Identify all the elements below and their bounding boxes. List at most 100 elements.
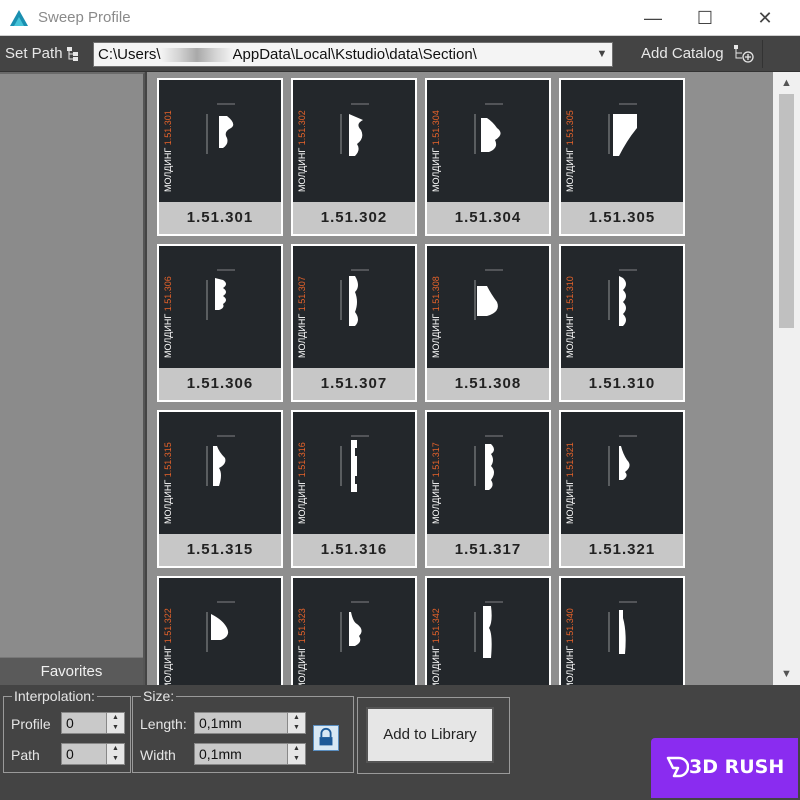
category-sidebar[interactable] xyxy=(0,72,145,687)
profile-tile[interactable]: МОЛДИНГ 1.51.315 1.51.315 xyxy=(157,410,283,568)
minimize-icon: — xyxy=(644,7,662,28)
path-dropdown[interactable]: C:\Users\ AppData\Local\Kstudio\data\Sect… xyxy=(93,42,613,67)
profile-thumbnail: МОЛДИНГ 1.51.307 xyxy=(293,246,415,368)
spin-down-icon[interactable]: ▼ xyxy=(107,723,124,733)
scroll-up-icon[interactable]: ▲ xyxy=(773,74,800,92)
path-interp-value: 0 xyxy=(66,746,74,762)
profile-tile-label: 1.51.316 xyxy=(293,534,415,566)
profile-section-drawing: МОЛДИНГ 1.51.322 xyxy=(163,601,235,685)
profile-tile[interactable]: МОЛДИНГ 1.51.342 xyxy=(425,576,551,685)
profile-section-drawing: МОЛДИНГ 1.51.307 xyxy=(297,269,369,358)
vertical-scrollbar[interactable]: ▲ ▼ xyxy=(773,72,800,685)
spin-down-icon[interactable]: ▼ xyxy=(288,723,305,733)
profile-tile-label: 1.51.321 xyxy=(561,534,683,566)
profile-thumbnail: МОЛДИНГ 1.51.305 xyxy=(561,80,683,202)
profile-tile[interactable]: МОЛДИНГ 1.51.306 1.51.306 xyxy=(157,244,283,402)
profile-side-label: МОЛДИНГ 1.51.308 xyxy=(431,276,441,358)
profile-tile[interactable]: МОЛДИНГ 1.51.323 xyxy=(291,576,417,685)
profile-thumbnail: МОЛДИНГ 1.51.323 xyxy=(293,578,415,685)
length-spinner[interactable]: 0,1mm ▲ ▼ xyxy=(194,712,306,734)
profile-tile-label: 1.51.304 xyxy=(427,202,549,234)
spin-up-icon[interactable]: ▲ xyxy=(107,713,124,723)
profile-tile[interactable]: МОЛДИНГ 1.51.310 1.51.310 xyxy=(559,244,685,402)
profile-tile[interactable]: МОЛДИНГ 1.51.304 1.51.304 xyxy=(425,78,551,236)
length-spinner-buttons: ▲ ▼ xyxy=(287,713,305,733)
lock-aspect-button[interactable] xyxy=(313,725,339,751)
profile-tile[interactable]: МОЛДИНГ 1.51.302 1.51.302 xyxy=(291,78,417,236)
maximize-button[interactable]: ☐ xyxy=(682,0,728,36)
profile-side-label: МОЛДИНГ 1.51.302 xyxy=(297,110,307,192)
close-button[interactable]: ✕ xyxy=(742,0,788,36)
profile-tile[interactable]: МОЛДИНГ 1.51.308 1.51.308 xyxy=(425,244,551,402)
profile-thumbnail: МОЛДИНГ 1.51.302 xyxy=(293,80,415,202)
path-label: Path xyxy=(11,747,40,763)
add-to-library-button[interactable]: Add to Library xyxy=(366,707,494,763)
folder-tree-icon[interactable] xyxy=(66,46,80,62)
profile-side-label: МОЛДИНГ 1.51.340 xyxy=(565,608,575,685)
spin-down-icon[interactable]: ▼ xyxy=(107,754,124,764)
profile-thumbnail: МОЛДИНГ 1.51.308 xyxy=(427,246,549,368)
profile-section-drawing: МОЛДИНГ 1.51.340 xyxy=(565,601,637,685)
profile-tile[interactable]: МОЛДИНГ 1.51.301 1.51.301 xyxy=(157,78,283,236)
profile-side-label: МОЛДИНГ 1.51.310 xyxy=(565,276,575,358)
profile-thumbnail: МОЛДИНГ 1.51.321 xyxy=(561,412,683,534)
profile-section-drawing: МОЛДИНГ 1.51.323 xyxy=(297,601,369,685)
spin-up-icon[interactable]: ▲ xyxy=(288,744,305,754)
chevron-down-icon[interactable]: ▼ xyxy=(595,47,609,61)
path-spinner-buttons: ▲ ▼ xyxy=(106,744,124,764)
profile-section-drawing: МОЛДИНГ 1.51.301 xyxy=(163,103,235,192)
scrollbar-thumb[interactable] xyxy=(779,94,794,328)
profile-side-label: МОЛДИНГ 1.51.316 xyxy=(297,442,307,524)
add-catalog-icon[interactable] xyxy=(733,44,755,64)
profile-side-label: МОЛДИНГ 1.51.323 xyxy=(297,608,307,685)
profile-section-drawing: МОЛДИНГ 1.51.306 xyxy=(163,269,235,358)
width-value: 0,1mm xyxy=(199,746,242,762)
minimize-button[interactable]: — xyxy=(630,0,676,36)
set-path-button[interactable]: Set Path xyxy=(5,45,63,62)
profile-tile[interactable]: МОЛДИНГ 1.51.305 1.51.305 xyxy=(559,78,685,236)
profile-thumbnail: МОЛДИНГ 1.51.306 xyxy=(159,246,281,368)
profile-tile-label: 1.51.302 xyxy=(293,202,415,234)
size-title: Size: xyxy=(141,688,177,704)
profile-tile[interactable]: МОЛДИНГ 1.51.322 xyxy=(157,576,283,685)
profile-side-label: МОЛДИНГ 1.51.307 xyxy=(297,276,307,358)
width-spinner[interactable]: 0,1mm ▲ ▼ xyxy=(194,743,306,765)
profile-tile[interactable]: МОЛДИНГ 1.51.316 1.51.316 xyxy=(291,410,417,568)
profile-thumbnail: МОЛДИНГ 1.51.304 xyxy=(427,80,549,202)
profile-thumbnail: МОЛДИНГ 1.51.340 xyxy=(561,578,683,685)
profile-section-drawing: МОЛДИНГ 1.51.315 xyxy=(163,435,235,524)
profile-section-drawing: МОЛДИНГ 1.51.317 xyxy=(431,435,503,524)
brand-badge: 3D RUSH xyxy=(651,738,798,798)
profile-tile[interactable]: МОЛДИНГ 1.51.340 xyxy=(559,576,685,685)
scroll-down-icon[interactable]: ▼ xyxy=(773,665,800,683)
profile-thumbnail: МОЛДИНГ 1.51.322 xyxy=(159,578,281,685)
profile-tile[interactable]: МОЛДИНГ 1.51.321 1.51.321 xyxy=(559,410,685,568)
spin-up-icon[interactable]: ▲ xyxy=(288,713,305,723)
spin-down-icon[interactable]: ▼ xyxy=(288,754,305,764)
profile-side-label: МОЛДИНГ 1.51.322 xyxy=(163,608,173,685)
profile-thumbnail: МОЛДИНГ 1.51.301 xyxy=(159,80,281,202)
profile-tile-label: 1.51.307 xyxy=(293,368,415,400)
profile-thumbnail: МОЛДИНГ 1.51.342 xyxy=(427,578,549,685)
add-catalog-button[interactable]: Add Catalog xyxy=(641,45,724,62)
favorites-tab[interactable]: Favorites xyxy=(0,657,143,685)
profile-section-drawing: МОЛДИНГ 1.51.308 xyxy=(431,269,503,358)
profile-tile[interactable]: МОЛДИНГ 1.51.317 1.51.317 xyxy=(425,410,551,568)
profile-side-label: МОЛДИНГ 1.51.301 xyxy=(163,110,173,192)
length-label: Length: xyxy=(140,716,187,732)
path-spinner[interactable]: 0 ▲ ▼ xyxy=(61,743,125,765)
profile-tile[interactable]: МОЛДИНГ 1.51.307 1.51.307 xyxy=(291,244,417,402)
profile-tile-label: 1.51.317 xyxy=(427,534,549,566)
path-redacted xyxy=(160,48,233,63)
profile-tile-label: 1.51.305 xyxy=(561,202,683,234)
profile-side-label: МОЛДИНГ 1.51.321 xyxy=(565,442,575,524)
length-value: 0,1mm xyxy=(199,715,242,731)
profile-side-label: МОЛДИНГ 1.51.306 xyxy=(163,276,173,358)
profile-tile-label: 1.51.301 xyxy=(159,202,281,234)
profile-spinner[interactable]: 0 ▲ ▼ xyxy=(61,712,125,734)
profile-grid[interactable]: МОЛДИНГ 1.51.301 1.51.301 МОЛДИНГ 1.51.302… xyxy=(147,72,773,685)
profile-side-label: МОЛДИНГ 1.51.304 xyxy=(431,110,441,192)
profile-section-drawing: МОЛДИНГ 1.51.321 xyxy=(565,435,637,524)
profile-tile-label: 1.51.310 xyxy=(561,368,683,400)
spin-up-icon[interactable]: ▲ xyxy=(107,744,124,754)
